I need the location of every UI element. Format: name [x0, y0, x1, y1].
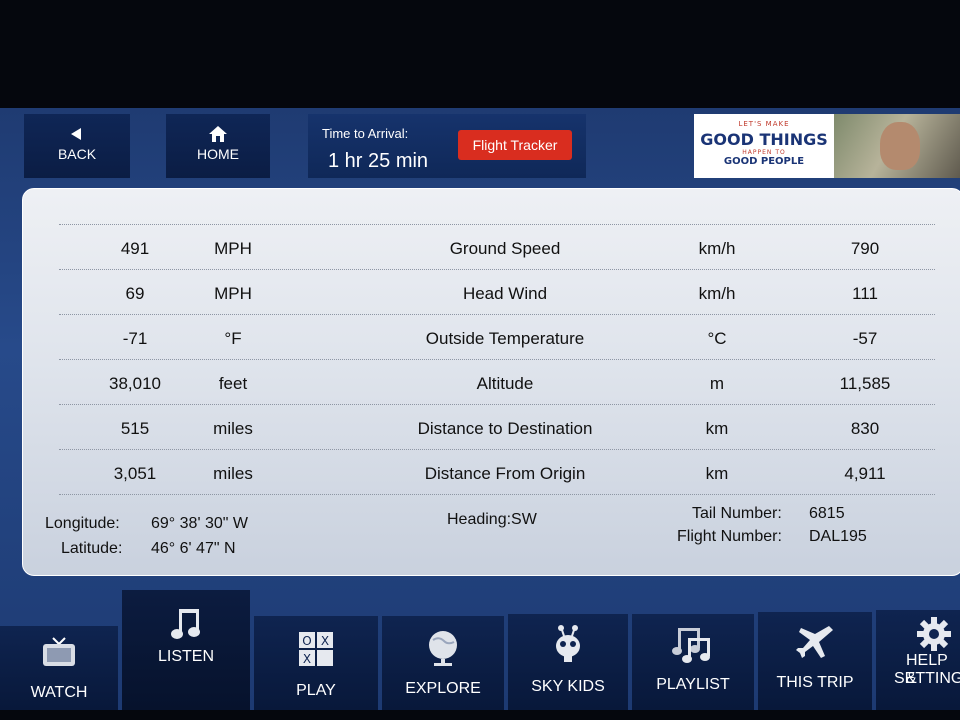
longitude-value: 69° 38' 30" W [151, 515, 248, 532]
arrival-value: 1 hr 25 min [328, 150, 429, 172]
alien-icon [556, 625, 580, 662]
metric-value: 11,585 [839, 374, 891, 393]
stat-row-outside-temperature: -71 °F Outside Temperature °C -57 [59, 315, 935, 360]
imperial-unit: °F [224, 329, 242, 348]
stat-label: Head Wind [462, 284, 548, 303]
home-button[interactable]: HOME [166, 114, 270, 178]
playlist-icon [672, 628, 710, 663]
tic-tac-toe-icon: O X X [299, 632, 333, 666]
tab-label: THIS TRIP [776, 674, 854, 691]
stat-row-ground-speed: 491 MPH Ground Speed km/h 790 [59, 225, 935, 270]
metric-unit: km [705, 419, 729, 438]
imperial-unit: feet [218, 374, 248, 393]
gear-icon [917, 617, 951, 651]
arrival-caption: Time to Arrival: [322, 126, 409, 141]
top-bar: BACK HOME Time to Arrival: 1 hr 25 min F… [0, 108, 960, 188]
latitude-label: Latitude: [61, 540, 123, 557]
imperial-unit: miles [213, 419, 253, 438]
imperial-value: 69 [125, 284, 145, 303]
imperial-value: -71 [122, 329, 148, 348]
imperial-value: 38,010 [109, 374, 161, 393]
back-arrow-icon [71, 128, 81, 140]
flight-info-panel: 491 MPH Ground Speed km/h 790 69 MPH Hea… [22, 188, 960, 576]
svg-text:O: O [302, 634, 311, 648]
back-label: BACK [57, 146, 97, 162]
flight-number-label: Flight Number: [677, 528, 782, 545]
metric-unit: m [709, 374, 725, 393]
stat-label: Distance to Destination [417, 419, 593, 438]
stat-row-distance-from-origin: 3,051 miles Distance From Origin km 4,91… [59, 450, 935, 495]
tab-label: WATCH [30, 684, 88, 701]
metric-value: 111 [852, 284, 878, 303]
metric-value: 830 [850, 419, 880, 438]
advertisement-banner[interactable]: LET'S MAKE GOOD THINGS HAPPEN TO GOOD PE… [694, 114, 960, 178]
home-icon [209, 126, 227, 142]
imperial-unit: MPH [214, 284, 252, 303]
ad-line-4: GOOD PEOPLE [723, 156, 805, 167]
latitude-value: 46° 6' 47" N [151, 540, 236, 557]
tab-play[interactable]: O X X PLAY [254, 616, 378, 710]
tab-sky-kids[interactable]: SKY KIDS [508, 614, 628, 710]
tab-this-trip[interactable]: THIS TRIP [758, 612, 872, 710]
metric-unit: km [705, 464, 729, 483]
stat-label: Altitude [476, 374, 534, 393]
stat-row-head-wind: 69 MPH Head Wind km/h 111 [59, 270, 935, 315]
tab-playlist[interactable]: PLAYLIST [632, 614, 754, 710]
imperial-value: 3,051 [113, 464, 157, 483]
metric-value: 4,911 [844, 464, 886, 483]
ad-line-1: LET'S MAKE [738, 120, 790, 128]
tab-help-settings[interactable]: HELP & SETTING [876, 610, 960, 710]
stat-row-altitude: 38,010 feet Altitude m 11,585 [59, 360, 935, 405]
tab-label: SKY KIDS [531, 678, 605, 695]
flight-number-value: DAL195 [809, 528, 867, 545]
tail-number-value: 6815 [809, 505, 845, 522]
tab-label: LISTEN [157, 648, 214, 665]
stat-row-distance-to-destination: 515 miles Distance to Destination km 830 [59, 405, 935, 450]
longitude-label: Longitude: [45, 515, 120, 532]
metric-value: -57 [852, 329, 878, 348]
tv-icon [43, 637, 75, 666]
imperial-unit: miles [213, 464, 253, 483]
stat-label: Outside Temperature [425, 329, 585, 348]
tab-listen[interactable]: LISTEN [122, 590, 250, 710]
heading-value: Heading:SW [447, 511, 537, 528]
tab-label-line-2: SETTING [894, 670, 960, 687]
back-button[interactable]: BACK [24, 114, 130, 178]
globe-icon [429, 631, 457, 666]
imperial-value: 491 [120, 239, 150, 258]
tail-number-label: Tail Number: [692, 505, 782, 522]
tab-explore[interactable]: EXPLORE [382, 616, 504, 710]
ad-person-image [880, 122, 920, 170]
bottom-nav: WATCH LISTEN O X X PLAY EXPLORE SKY KIDS… [0, 590, 960, 710]
svg-text:X: X [321, 634, 329, 648]
ad-image [834, 114, 960, 178]
tab-label: PLAY [296, 682, 336, 699]
stat-label: Ground Speed [449, 239, 561, 258]
metric-unit: °C [707, 329, 727, 348]
stat-label: Distance From Origin [424, 464, 586, 483]
ad-line-3: HAPPEN TO [742, 149, 786, 156]
music-note-icon [171, 609, 200, 639]
flight-tracker-button[interactable]: Flight Tracker [458, 130, 572, 160]
imperial-unit: MPH [214, 239, 252, 258]
home-label: HOME [197, 146, 239, 162]
svg-text:X: X [303, 652, 311, 666]
tab-watch[interactable]: WATCH [0, 626, 118, 710]
ad-text: LET'S MAKE GOOD THINGS HAPPEN TO GOOD PE… [694, 114, 834, 178]
metric-unit: km/h [698, 239, 736, 258]
tab-label: EXPLORE [405, 680, 481, 697]
arrival-box: Time to Arrival: 1 hr 25 min Flight Trac… [308, 114, 586, 178]
ife-screen: BACK HOME Time to Arrival: 1 hr 25 min F… [0, 108, 960, 710]
tab-label: PLAYLIST [656, 676, 730, 693]
ad-line-2: GOOD THINGS [700, 130, 828, 149]
metric-unit: km/h [698, 284, 736, 303]
imperial-value: 515 [120, 419, 150, 438]
airplane-icon [796, 626, 833, 658]
metric-value: 790 [850, 239, 880, 258]
